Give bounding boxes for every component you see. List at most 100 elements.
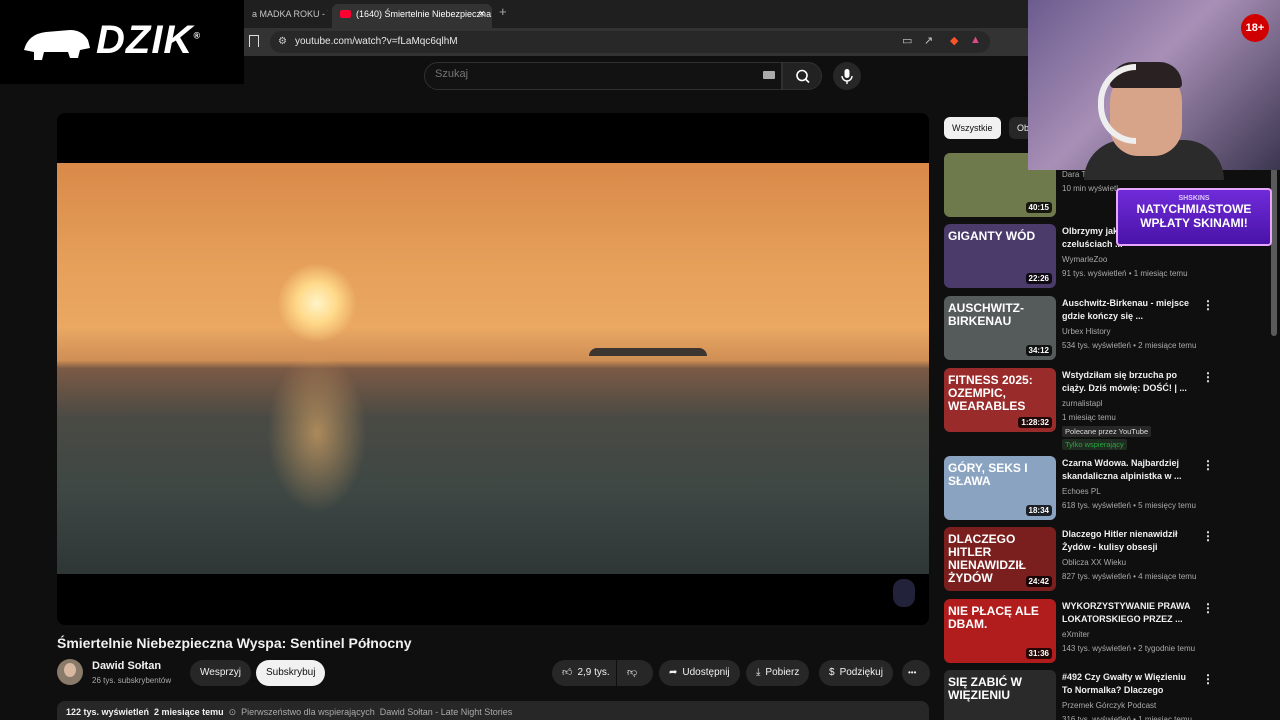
thanks-dollar-icon: $ — [829, 667, 835, 678]
recommended-meta: 827 tys. wyświetleń • 4 miesiące temu — [1062, 572, 1197, 581]
promo-line-2: WPŁATY SKINAMI! — [1140, 216, 1248, 230]
recommended-channel[interactable]: WymarleZoo — [1062, 255, 1107, 264]
recommended-video[interactable]: AUSCHWITZ-BIRKENAU 34:12 Auschwitz-Birkena… — [944, 296, 1224, 362]
recommended-video[interactable]: GÓRY, SEKS I SŁAWA 18:34 Czarna Wdowa. Naj… — [944, 456, 1224, 522]
recommended-channel[interactable]: Przemek Górczyk Podcast — [1062, 701, 1156, 710]
recommended-meta: 316 tys. wyświetleń • 1 miesiąc temu — [1062, 715, 1192, 720]
youtube-favicon-icon — [340, 10, 351, 18]
brave-shield-icon[interactable]: ◆ — [950, 34, 958, 47]
download-icon: ⤓ — [756, 667, 761, 678]
recommended-badge: Polecane przez YouTube — [1062, 426, 1152, 437]
recommended-meta: 10 min wyświetl — [1062, 184, 1119, 193]
thumbnail-text: AUSCHWITZ-BIRKENAU — [948, 301, 1024, 328]
video-title: Śmiertelnie Niebezpieczna Wyspa: Sentine… — [57, 635, 412, 651]
subscribe-button[interactable]: Subskrybuj — [256, 660, 326, 686]
recommended-channel[interactable]: eXmiter — [1062, 630, 1090, 639]
recommended-title[interactable]: Wstydziłam się brzucha po ciąży. Dziś mó… — [1062, 369, 1196, 395]
voice-search-button[interactable] — [833, 62, 861, 90]
channel-watermark-icon[interactable] — [893, 579, 915, 607]
tab-close-icon[interactable]: × — [479, 4, 485, 24]
sun-reflection — [267, 353, 367, 513]
thanks-label: Podziękuj — [839, 667, 883, 678]
video-thumbnail[interactable]: GIGANTY WÓD 22:26 — [944, 224, 1056, 288]
playlist-note[interactable]: Dawid Sołtan - Late Night Stories — [380, 707, 513, 717]
recommended-title[interactable]: Czarna Wdowa. Najbardziej skandaliczna a… — [1062, 457, 1196, 483]
recommended-channel[interactable]: zurnalistapl — [1062, 399, 1102, 408]
sun — [277, 263, 357, 343]
description-box[interactable]: 122 tys. wyświetleń 2 miesiące temu ⊙ Pierw… — [57, 701, 929, 720]
video-duration: 31:36 — [1025, 648, 1052, 659]
recommended-title[interactable]: Dlaczego Hitler nienawidził Żydów - kuli… — [1062, 528, 1196, 554]
members-only-badge: Tylko wspierający — [1062, 439, 1127, 450]
video-duration: 1:28:32 — [1018, 417, 1052, 428]
more-actions-button[interactable]: ••• — [902, 660, 930, 686]
browser-tab-active[interactable]: (1640) Śmiertelnie Niebezpieczna × — [332, 4, 492, 28]
share-icon[interactable]: ↗ — [924, 34, 933, 47]
url-field[interactable]: ⚙ youtube.com/watch?v=fLaMqc6qlhM — [270, 31, 990, 53]
thumbnail-text: NIE PŁACĘ ALE DBAM. — [948, 604, 1039, 631]
promo-brand: SHSKINS — [1178, 195, 1210, 202]
dislike-button[interactable]: 👎︎ — [617, 660, 653, 686]
search-button[interactable] — [782, 62, 822, 90]
recommended-meta: 618 tys. wyświetleń • 5 miesięcy temu — [1062, 501, 1196, 510]
boar-icon — [24, 30, 90, 60]
rewards-icon[interactable]: ▲ — [970, 34, 981, 46]
video-thumbnail[interactable]: Się Zabić w Więzieniu — [944, 670, 1056, 720]
thumbs-down-icon: 👎︎ — [627, 667, 638, 678]
lock-icon: ⊙ — [228, 707, 237, 717]
recommended-video[interactable]: FITNESS 2025: OZEMPIC, WEARABLES 1:28:32 W… — [944, 368, 1224, 450]
search-icon — [796, 69, 810, 84]
video-thumbnail[interactable]: AUSCHWITZ-BIRKENAU 34:12 — [944, 296, 1056, 360]
chip-all[interactable]: Wszystkie — [944, 117, 1001, 139]
search-box — [424, 62, 782, 90]
cast-icon[interactable]: ▭ — [902, 34, 912, 47]
like-button[interactable]: 👍︎ 2,9 tys. — [552, 660, 616, 686]
video-frame — [57, 163, 929, 574]
share-button[interactable]: ➦ Udostępnij — [659, 660, 740, 686]
download-button[interactable]: ⤓ Pobierz — [746, 660, 810, 686]
publish-date: 2 miesiące temu — [154, 707, 224, 717]
priority-note: Pierwszeństwo dla wspierających — [241, 707, 375, 717]
recommended-meta: 534 tys. wyświetleń • 2 miesiące temu — [1062, 341, 1197, 350]
video-thumbnail[interactable]: NIE PŁACĘ ALE DBAM. 31:36 — [944, 599, 1056, 663]
search-input[interactable] — [435, 68, 735, 80]
recommended-video[interactable]: Dlaczego Hitler nienawidził Żydów 24:42 Dl… — [944, 527, 1224, 593]
island-silhouette — [589, 348, 707, 356]
age-rating-badge: 18+ — [1241, 14, 1269, 42]
recommended-channel[interactable]: Echoes PL — [1062, 487, 1101, 496]
more-options-icon[interactable]: ⋮ — [1202, 529, 1214, 543]
video-thumbnail[interactable]: GÓRY, SEKS I SŁAWA 18:34 — [944, 456, 1056, 520]
more-options-icon[interactable]: ⋮ — [1202, 458, 1214, 472]
video-player[interactable] — [57, 113, 929, 625]
site-info-icon[interactable]: ⚙ — [278, 36, 287, 47]
support-button[interactable]: Wesprzyj — [190, 660, 251, 686]
thumbnail-text: GIGANTY WÓD — [948, 229, 1036, 243]
video-thumbnail[interactable]: FITNESS 2025: OZEMPIC, WEARABLES 1:28:32 — [944, 368, 1056, 432]
keyboard-icon[interactable] — [763, 71, 775, 79]
thumbnail-text: FITNESS 2025: OZEMPIC, WEARABLES — [948, 373, 1033, 413]
recommended-title[interactable]: Auschwitz-Birkenau - miejsce gdzie kończ… — [1062, 297, 1196, 323]
more-options-icon[interactable]: ⋮ — [1202, 601, 1214, 615]
recommended-title[interactable]: #492 Czy Gwałty w Więzieniu To Normalka?… — [1062, 671, 1196, 698]
recommended-video[interactable]: NIE PŁACĘ ALE DBAM. 31:36 WYKORZYSTYWANIE … — [944, 599, 1224, 665]
like-count: 2,9 tys. — [577, 667, 610, 678]
share-arrow-icon: ➦ — [669, 667, 678, 678]
channel-avatar[interactable] — [57, 659, 83, 685]
browser-tab[interactable]: a MADKA ROKU - You — [244, 4, 328, 28]
recommended-title[interactable]: WYKORZYSTYWANIE PRAWA LOKATORSKIEGO PRZE… — [1062, 600, 1196, 626]
bookmark-icon[interactable] — [249, 35, 259, 47]
recommended-channel[interactable]: Urbex History — [1062, 327, 1110, 336]
more-options-icon[interactable]: ⋮ — [1202, 370, 1214, 384]
recommended-meta: 91 tys. wyświetleń • 1 miesiąc temu — [1062, 269, 1188, 278]
new-tab-button[interactable]: + — [499, 4, 507, 19]
channel-name[interactable]: Dawid Sołtan — [92, 660, 161, 672]
thanks-button[interactable]: $ Podziękuj — [819, 660, 893, 686]
more-options-icon[interactable]: ⋮ — [1202, 672, 1214, 686]
recommended-meta: 1 miesiąc temu — [1062, 413, 1116, 422]
recommended-video[interactable]: Się Zabić w Więzieniu #492 Czy Gwałty w W… — [944, 670, 1224, 720]
video-thumbnail[interactable]: Dlaczego Hitler nienawidził Żydów 24:42 — [944, 527, 1056, 591]
recommended-channel[interactable]: Oblicza XX Wieku — [1062, 558, 1126, 567]
recommended-meta: 143 tys. wyświetleń • 2 tygodnie temu — [1062, 644, 1196, 653]
thumbnail-text: Się Zabić w Więzieniu — [948, 675, 1022, 702]
more-options-icon[interactable]: ⋮ — [1202, 298, 1214, 312]
